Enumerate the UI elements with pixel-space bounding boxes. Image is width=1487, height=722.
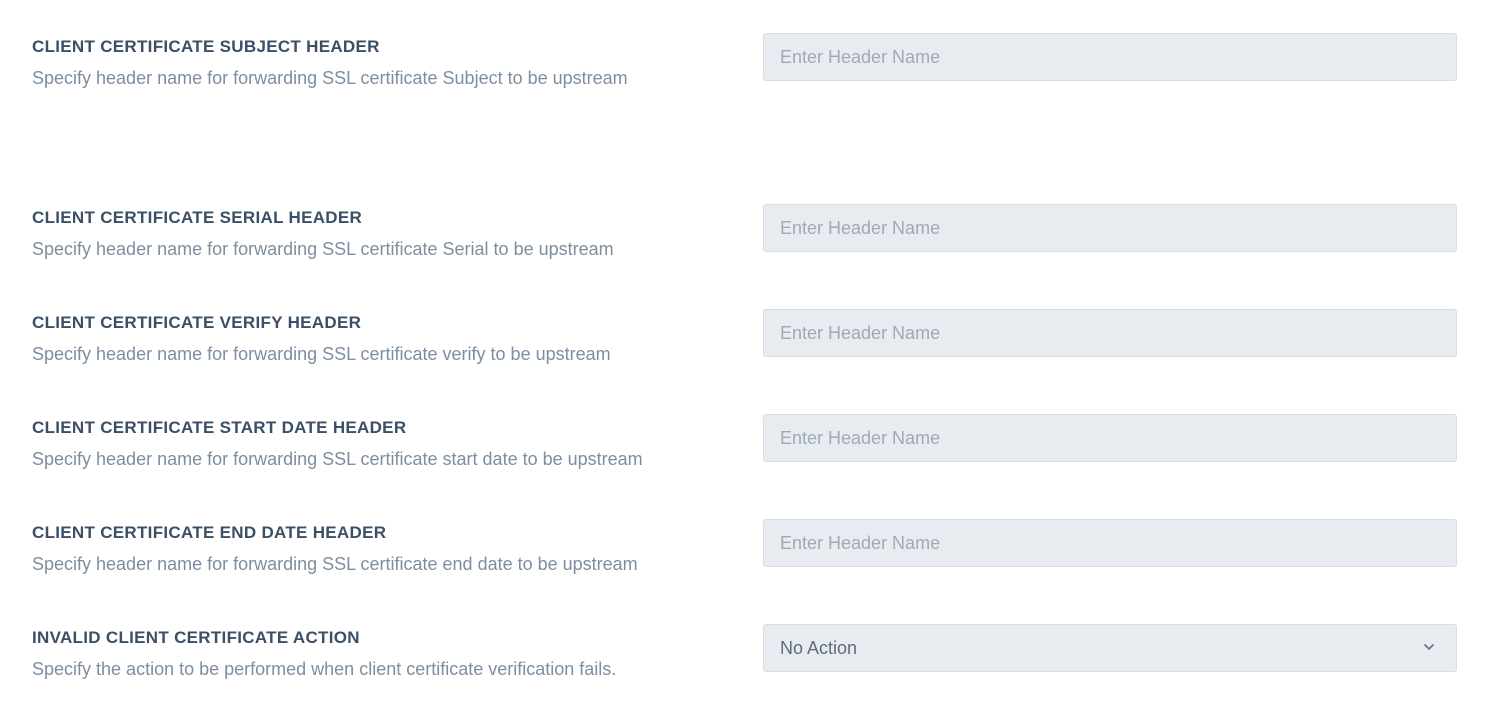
selected-action-value: No Action	[780, 638, 858, 658]
start-date-header-title: CLIENT CERTIFICATE START DATE HEADER	[32, 418, 407, 437]
invalid-certificate-action-description: Specify the action to be performed when …	[32, 659, 617, 679]
subject-header-input[interactable]	[763, 33, 1457, 81]
verify-header-description: Specify header name for forwarding SSL c…	[32, 344, 611, 364]
invalid-certificate-action-select[interactable]: No Action	[763, 624, 1457, 672]
serial-header-input[interactable]	[763, 204, 1457, 252]
start-date-header-label-group: CLIENT CERTIFICATE START DATE HEADER Spe…	[32, 416, 732, 471]
end-date-header-description: Specify header name for forwarding SSL c…	[32, 554, 638, 574]
chevron-down-icon	[1424, 644, 1434, 650]
invalid-certificate-action-label-group: INVALID CLIENT CERTIFICATE ACTION Specif…	[32, 626, 732, 681]
subject-header-description: Specify header name for forwarding SSL c…	[32, 68, 628, 88]
verify-header-input[interactable]	[763, 309, 1457, 357]
start-date-header-description: Specify header name for forwarding SSL c…	[32, 449, 643, 469]
serial-header-label-group: CLIENT CERTIFICATE SERIAL HEADER Specify…	[32, 206, 732, 261]
start-date-header-input[interactable]	[763, 414, 1457, 462]
end-date-header-label-group: CLIENT CERTIFICATE END DATE HEADER Speci…	[32, 521, 732, 576]
invalid-certificate-action-title: INVALID CLIENT CERTIFICATE ACTION	[32, 628, 360, 647]
end-date-header-title: CLIENT CERTIFICATE END DATE HEADER	[32, 523, 387, 542]
verify-header-label-group: CLIENT CERTIFICATE VERIFY HEADER Specify…	[32, 311, 732, 366]
verify-header-title: CLIENT CERTIFICATE VERIFY HEADER	[32, 313, 362, 332]
end-date-header-input[interactable]	[763, 519, 1457, 567]
subject-header-title: CLIENT CERTIFICATE SUBJECT HEADER	[32, 37, 380, 56]
serial-header-title: CLIENT CERTIFICATE SERIAL HEADER	[32, 208, 363, 227]
subject-header-label-group: CLIENT CERTIFICATE SUBJECT HEADER Specif…	[32, 35, 732, 90]
serial-header-description: Specify header name for forwarding SSL c…	[32, 239, 614, 259]
